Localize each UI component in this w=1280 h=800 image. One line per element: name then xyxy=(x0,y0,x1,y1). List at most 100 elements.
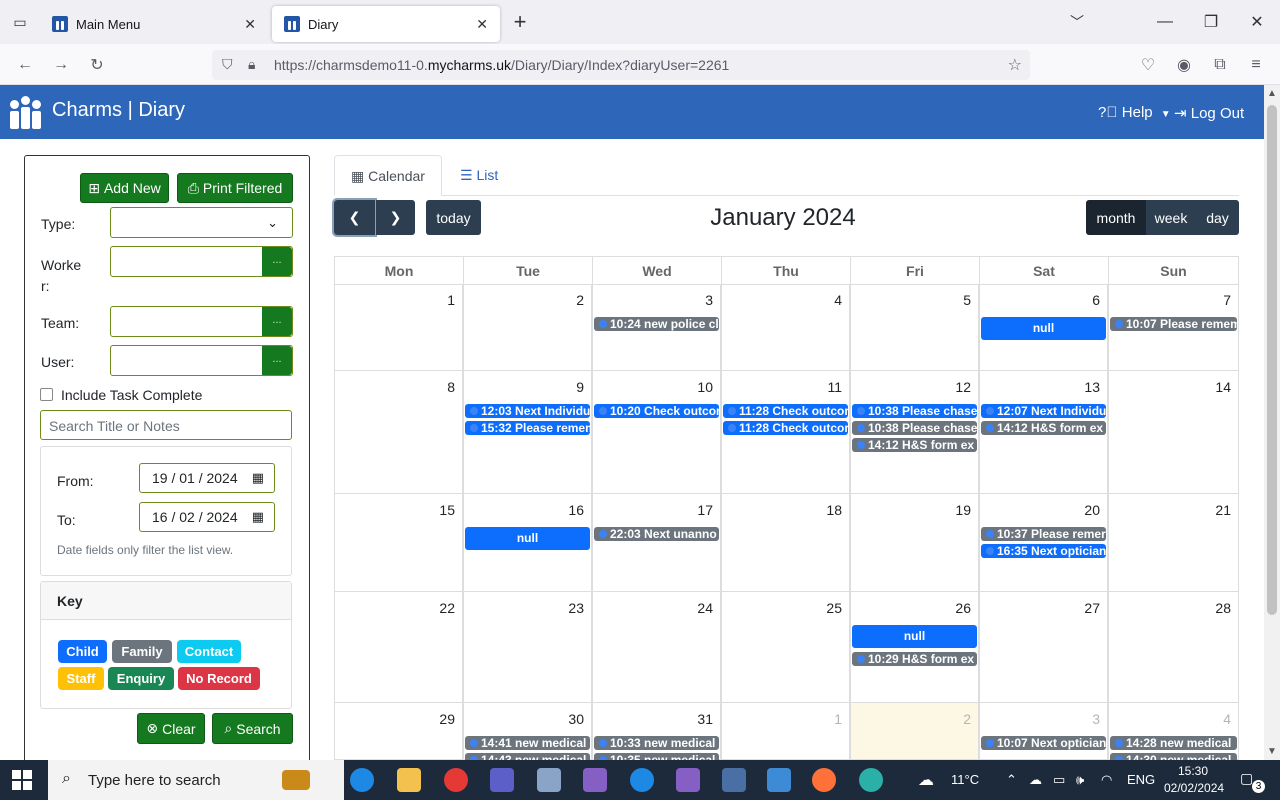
day-number[interactable]: 14 xyxy=(1215,379,1231,395)
day-number[interactable]: 22 xyxy=(439,600,455,616)
calendar-event[interactable]: 16:35 Next optician xyxy=(981,544,1106,558)
day-number[interactable]: 1 xyxy=(447,292,455,308)
tab-list[interactable]: ☰ List xyxy=(444,155,514,196)
firefox-icon[interactable] xyxy=(812,768,836,792)
calendar-day-cell[interactable]: 23 xyxy=(463,592,592,703)
calendar-event[interactable]: 14:41 new medical xyxy=(465,736,590,750)
forward-icon[interactable]: → xyxy=(48,52,74,78)
onedrive-icon[interactable]: ☁ xyxy=(1029,772,1042,788)
calendar-event[interactable]: 10:38 Please chase xyxy=(852,421,977,435)
day-number[interactable]: 20 xyxy=(1084,502,1100,518)
week-view-button[interactable]: week xyxy=(1146,200,1196,235)
calendar-day-cell[interactable]: 30 xyxy=(463,703,592,760)
team-picker-button[interactable]: ... xyxy=(262,307,292,336)
day-number[interactable]: 8 xyxy=(447,379,455,395)
calendar-icon[interactable]: ▦ xyxy=(252,509,264,525)
include-task-complete-label[interactable]: Include Task Complete xyxy=(61,387,202,403)
day-number[interactable]: 13 xyxy=(1084,379,1100,395)
calendar-event[interactable]: 14:28 new medical xyxy=(1110,736,1237,750)
logout-link[interactable]: ⇥ Log Out xyxy=(1174,104,1244,122)
calendar-day-cell[interactable]: 28 xyxy=(1108,592,1239,703)
day-number[interactable]: 18 xyxy=(826,502,842,518)
window-close-icon[interactable]: ✕ xyxy=(1234,12,1280,32)
calendar-day-cell[interactable]: 22 xyxy=(334,592,463,703)
calendar-day-cell[interactable]: 14 xyxy=(1108,371,1239,494)
clear-button[interactable]: ⊗ Clear xyxy=(137,713,205,744)
remote-desktop-icon[interactable] xyxy=(767,768,791,792)
day-number[interactable]: 1 xyxy=(834,711,842,727)
prev-month-button[interactable]: ❮ xyxy=(332,198,377,237)
extensions-icon[interactable]: ⧉ xyxy=(1207,52,1233,78)
edge-icon[interactable] xyxy=(859,768,883,792)
menu-icon[interactable]: ≡ xyxy=(1243,52,1269,78)
calendar-event[interactable]: null xyxy=(981,317,1106,340)
calendar-day-cell[interactable]: 10 xyxy=(592,371,721,494)
day-view-button[interactable]: day xyxy=(1196,200,1239,235)
tray-overflow-icon[interactable]: ⌃ xyxy=(1006,772,1017,788)
to-date-input[interactable]: 16 / 02 / 2024 ▦ xyxy=(139,502,275,532)
calendar-event[interactable]: null xyxy=(465,527,590,550)
weather-icon[interactable]: ☁ xyxy=(918,770,934,790)
url-text[interactable]: https://charmsdemo11-0.mycharms.uk/Diary… xyxy=(274,57,729,73)
calendar-day-cell[interactable]: 4 xyxy=(1108,703,1239,760)
maps-icon[interactable] xyxy=(630,768,654,792)
browser-tab-diary[interactable]: Diary ✕ xyxy=(272,6,500,42)
minimize-icon[interactable]: — xyxy=(1142,13,1188,31)
add-new-button[interactable]: ⊞ Add New xyxy=(80,173,169,203)
calendar-event[interactable]: 10:33 new medical xyxy=(594,736,719,750)
day-number[interactable]: 16 xyxy=(568,502,584,518)
from-date-input[interactable]: 19 / 01 / 2024 ▦ xyxy=(139,463,275,493)
day-number[interactable]: 12 xyxy=(955,379,971,395)
day-number[interactable]: 15 xyxy=(439,502,455,518)
calendar-day-cell[interactable]: 1 xyxy=(334,284,463,371)
day-number[interactable]: 30 xyxy=(568,711,584,727)
user-field[interactable]: ... xyxy=(110,345,293,376)
scroll-up-icon[interactable]: ▲ xyxy=(1267,88,1277,99)
search-button[interactable]: ⌕ Search xyxy=(212,713,293,744)
day-number[interactable]: 24 xyxy=(697,600,713,616)
user-picker-button[interactable]: ... xyxy=(262,346,292,375)
account-icon[interactable]: ◉ xyxy=(1171,52,1197,78)
calendar-day-cell[interactable]: 2 xyxy=(850,703,979,760)
scrollbar-thumb[interactable] xyxy=(1267,105,1277,615)
file-explorer-icon[interactable] xyxy=(397,768,421,792)
wifi-icon[interactable]: ◠ xyxy=(1101,772,1112,788)
teams-icon[interactable] xyxy=(490,768,514,792)
clock-time[interactable]: 15:30 xyxy=(1178,764,1208,778)
temperature[interactable]: 11°C xyxy=(951,772,979,787)
address-bar[interactable]: ⛉ 🔒︎ https://charmsdemo11-0.mycharms.uk/… xyxy=(212,50,1030,80)
tab-dropdown-icon[interactable]: ﹀ xyxy=(1070,12,1084,32)
team-field[interactable]: ... xyxy=(110,306,293,337)
day-number[interactable]: 10 xyxy=(697,379,713,395)
calendar-icon[interactable]: ▦ xyxy=(252,470,264,486)
calendar-event[interactable]: 22:03 Next unanno xyxy=(594,527,719,541)
type-select[interactable]: ⌄ xyxy=(110,207,293,238)
calendar-event[interactable]: 10:38 Please chase xyxy=(852,404,977,418)
calendar-event[interactable]: 10:20 Check outcor xyxy=(594,404,719,418)
calendar-event[interactable]: 10:07 Please remem xyxy=(1110,317,1237,331)
lock-icon[interactable]: 🔒︎ xyxy=(248,56,255,73)
day-number[interactable]: 25 xyxy=(826,600,842,616)
calendar-event[interactable]: 11:28 Check outcor xyxy=(723,421,848,435)
calendar-day-cell[interactable]: 27 xyxy=(979,592,1108,703)
calendar-event[interactable]: 14:12 H&S form ex xyxy=(852,438,977,452)
calendar-event[interactable]: 12:03 Next Individu xyxy=(465,404,590,418)
next-month-button[interactable]: ❯ xyxy=(376,200,415,235)
calendar-event[interactable]: 10:29 H&S form ex xyxy=(852,652,977,666)
month-view-button[interactable]: month xyxy=(1086,200,1146,235)
calendar-day-cell[interactable]: 19 xyxy=(850,494,979,592)
calendar-day-cell[interactable]: 15 xyxy=(334,494,463,592)
day-number[interactable]: 17 xyxy=(697,502,713,518)
calendar-event[interactable]: 12:07 Next Individu xyxy=(981,404,1106,418)
new-tab-icon[interactable]: + xyxy=(500,9,540,35)
day-number[interactable]: 27 xyxy=(1084,600,1100,616)
calendar-day-cell[interactable]: 25 xyxy=(721,592,850,703)
calendar-day-cell[interactable]: 1 xyxy=(721,703,850,760)
scroll-down-icon[interactable]: ▼ xyxy=(1267,746,1277,757)
day-number[interactable]: 3 xyxy=(705,292,713,308)
include-task-complete-checkbox[interactable] xyxy=(40,388,53,401)
print-filtered-button[interactable]: ⎙ Print Filtered xyxy=(177,173,293,203)
network-app-icon[interactable] xyxy=(722,768,746,792)
calendar-event[interactable]: 11:28 Check outcor xyxy=(723,404,848,418)
calendar-day-cell[interactable]: 20 xyxy=(979,494,1108,592)
